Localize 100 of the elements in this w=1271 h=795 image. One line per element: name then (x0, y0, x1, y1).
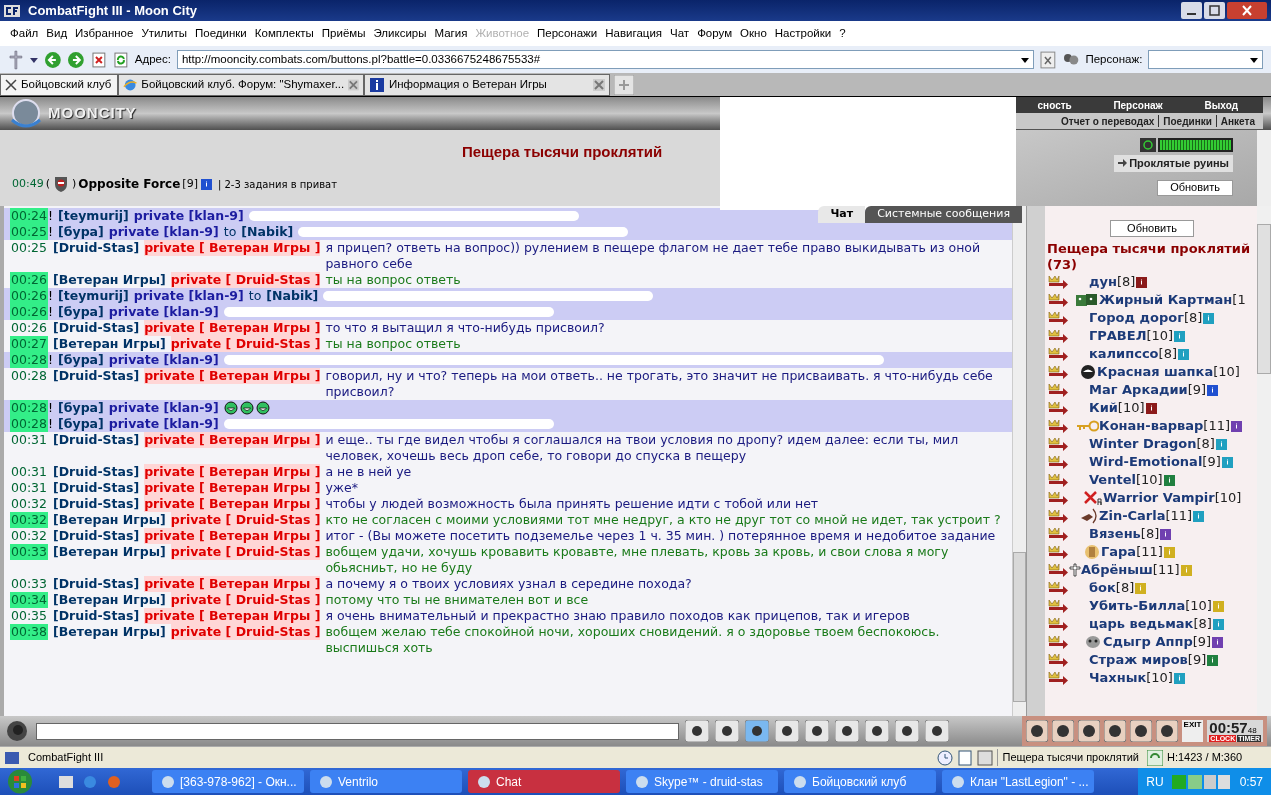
message-time[interactable]: 00:25 (10, 224, 49, 240)
cross-icon[interactable] (8, 49, 24, 70)
info-icon[interactable] (1207, 384, 1219, 396)
private-recipient[interactable]: private [ Ветеран Игры ] (144, 464, 321, 480)
crown-arrow-icon[interactable] (1047, 599, 1069, 613)
info-icon[interactable] (1163, 474, 1175, 486)
nav-link[interactable]: Анкета (1220, 113, 1255, 129)
crown-arrow-icon[interactable] (1047, 635, 1069, 649)
menu-item[interactable]: Файл (10, 24, 39, 43)
private-recipient[interactable]: private [ Ветеран Игры ] (144, 528, 321, 544)
restore-icon[interactable] (1204, 2, 1225, 19)
player-name[interactable]: Абрёныш (1081, 560, 1153, 580)
crown-arrow-icon[interactable] (1047, 473, 1069, 487)
message-time[interactable]: 00:28 (10, 400, 49, 416)
scroll-thumb[interactable] (1257, 224, 1271, 374)
player-name[interactable]: Opposite Force (78, 175, 181, 193)
sender-name[interactable]: [Druid-Stas] (53, 240, 140, 256)
crown-arrow-icon[interactable] (1047, 527, 1069, 541)
refresh-icon[interactable] (113, 51, 129, 68)
sender-name[interactable]: [Ветеран Игры] (53, 336, 166, 352)
document-icon[interactable] (957, 749, 974, 766)
scrollbar[interactable] (1257, 130, 1271, 206)
message-time[interactable]: 00:34 (10, 592, 49, 608)
player-name[interactable]: Сдыгр Аппр (1103, 632, 1193, 652)
crown-arrow-icon[interactable] (1047, 545, 1069, 559)
sender-name[interactable]: [Ветеран Игры] (53, 544, 166, 560)
clan-recipient[interactable]: private [klan-9] (108, 400, 219, 416)
clan-recipient[interactable]: private [klan-9] (108, 304, 219, 320)
crown-arrow-icon[interactable] (1047, 401, 1069, 415)
message-time[interactable]: 00:32 (10, 496, 49, 512)
sender-name[interactable]: [Ветеран Игры] (53, 512, 166, 528)
player-name[interactable]: Гара (1101, 542, 1137, 562)
message-time[interactable]: 00:26 (10, 320, 49, 336)
sender-name[interactable]: [Ветеран Игры] (53, 592, 166, 608)
crown-arrow-icon[interactable] (1047, 437, 1069, 451)
browser-tab[interactable]: Бойцовский клуб (0, 74, 118, 96)
stop-icon[interactable] (91, 51, 107, 68)
sender-name[interactable]: [Ветеран Игры] (53, 272, 166, 288)
menu-item[interactable]: Настройки (774, 24, 832, 43)
player-name[interactable]: Ventel (1089, 470, 1136, 490)
private-recipient[interactable]: private [ Druid-Stas ] (170, 512, 321, 528)
nav-link[interactable]: Отчет о переводах (1061, 113, 1155, 129)
player-name[interactable]: дун (1089, 272, 1117, 292)
close-icon[interactable] (5, 79, 17, 91)
crown-arrow-icon[interactable] (1047, 509, 1069, 523)
player-name[interactable]: калипссо (1089, 344, 1159, 364)
nav-link[interactable]: Поединки (1163, 113, 1212, 129)
sender-name[interactable]: [Druid-Stas] (53, 528, 140, 544)
clan-recipient[interactable]: private [klan-9] (133, 208, 244, 224)
info-icon[interactable] (1136, 276, 1148, 288)
menu-item[interactable]: Магия (434, 24, 468, 43)
crown-arrow-icon[interactable] (1047, 419, 1069, 433)
menu-item[interactable]: Навигация (605, 24, 663, 43)
private-recipient[interactable]: private [ Ветеран Игры ] (144, 496, 321, 512)
message-time[interactable]: 00:32 (10, 528, 49, 544)
sender-name[interactable]: [Druid-Stas] (53, 608, 140, 624)
private-recipient[interactable]: private [ Druid-Stas ] (170, 624, 321, 640)
refresh-icon[interactable] (1147, 749, 1163, 766)
menu-item[interactable]: Поединки (195, 24, 247, 43)
sender-name[interactable]: [teymurij] (58, 208, 129, 224)
chat-tab[interactable]: Системные сообщения (865, 206, 1022, 223)
player-name[interactable]: Winter Dragon (1089, 434, 1197, 454)
player-name[interactable]: Красная шапка (1097, 362, 1214, 382)
player-name[interactable]: Чахнык (1089, 668, 1147, 688)
scrollbar-track[interactable] (1012, 206, 1026, 716)
menu-item[interactable]: Избранное (75, 24, 134, 43)
crown-arrow-icon[interactable] (1047, 563, 1069, 577)
refresh-button[interactable]: Обновить (1110, 220, 1194, 237)
sender-name[interactable]: [Druid-Stas] (53, 368, 140, 384)
taskbar-button[interactable]: Chat (468, 770, 620, 793)
dropdown-caret-icon[interactable] (1020, 55, 1029, 64)
info-icon[interactable] (1160, 528, 1172, 540)
private-recipient[interactable]: private [ Ветеран Игры ] (144, 480, 321, 496)
sender-name[interactable]: [Druid-Stas] (53, 432, 140, 448)
player-name[interactable]: Кий (1089, 398, 1118, 418)
private-recipient[interactable]: private [ Druid-Stas ] (170, 272, 321, 288)
menu-item[interactable]: Персонажи (537, 24, 598, 43)
refresh-button[interactable]: Обновить (1157, 179, 1233, 196)
taskbar-button[interactable]: Бойцовский клуб (784, 770, 936, 793)
sender-name[interactable]: [teymurij] (58, 288, 129, 304)
exit-button[interactable]: EXIT (1181, 720, 1204, 742)
info-icon[interactable] (1212, 636, 1224, 648)
crown-arrow-icon[interactable] (1047, 617, 1069, 631)
nav-link[interactable]: Выход (1179, 97, 1263, 113)
player-name[interactable]: Жирный Картман (1099, 290, 1233, 310)
player-name[interactable]: Zin-Carla (1099, 506, 1166, 526)
addressee-name[interactable]: [Nabik] (241, 224, 294, 240)
message-time[interactable]: 00:32 (10, 512, 49, 528)
private-recipient[interactable]: private [ Druid-Stas ] (170, 336, 321, 352)
crown-arrow-icon[interactable] (1047, 491, 1069, 505)
crown-arrow-icon[interactable] (1047, 581, 1069, 595)
sender-name[interactable]: [Druid-Stas] (53, 480, 140, 496)
message-time[interactable]: 00:31 (10, 480, 49, 496)
scroll-thumb[interactable] (1013, 552, 1026, 702)
forward-icon[interactable] (67, 50, 86, 69)
taskbar-button[interactable]: [363-978-962] - Окн... (152, 770, 304, 793)
address-field[interactable]: http://mooncity.combats.com/buttons.pl?battle=0.0336675248675533# (176, 50, 1034, 69)
browser-tab[interactable]: Информация о Ветеран Игры (364, 74, 610, 96)
private-recipient[interactable]: private [ Ветеран Игры ] (144, 240, 321, 256)
crown-arrow-icon[interactable] (1047, 311, 1069, 325)
